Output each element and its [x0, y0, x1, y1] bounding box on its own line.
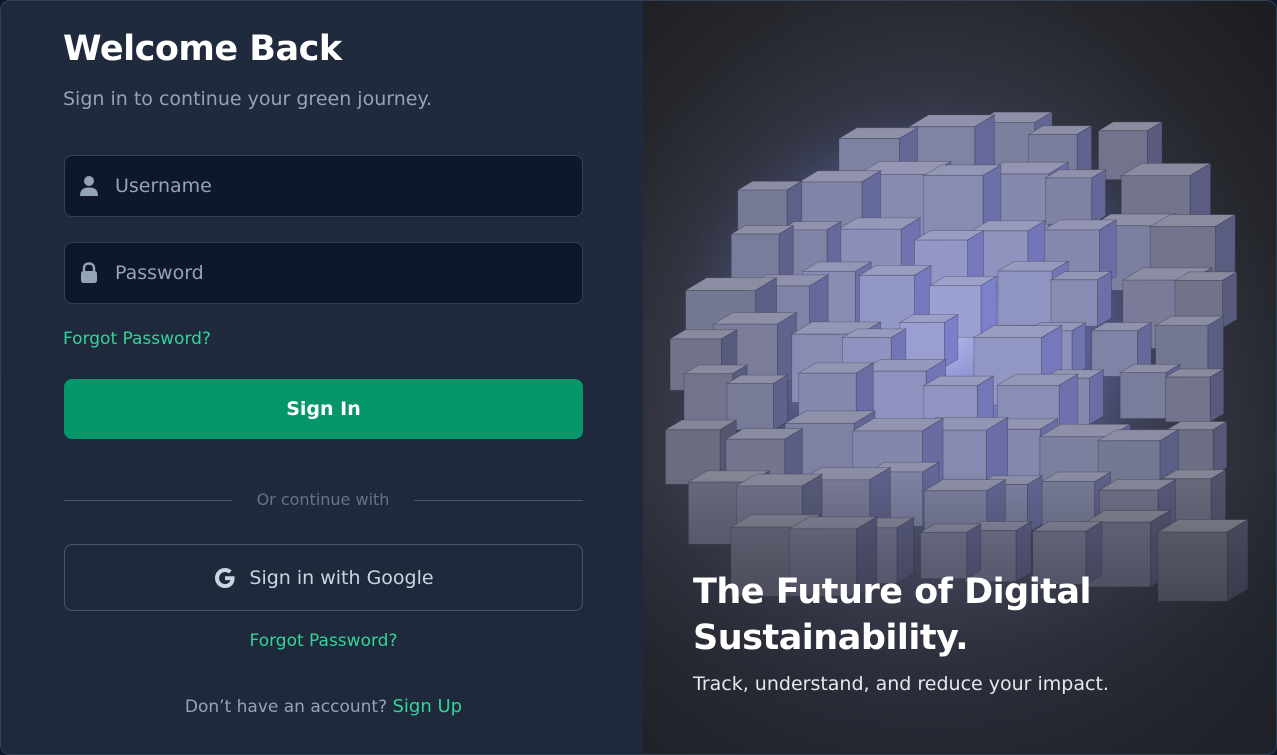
- hero-subtitle: Track, understand, and reduce your impac…: [693, 673, 1109, 695]
- no-account-text: Don’t have an account?: [184, 697, 388, 717]
- forgot-password-link-bottom[interactable]: Forgot Password?: [64, 631, 583, 651]
- sign-up-link[interactable]: Sign Up: [393, 696, 463, 717]
- lock-icon: [79, 262, 99, 284]
- password-input[interactable]: [115, 243, 575, 303]
- username-field[interactable]: [64, 155, 583, 217]
- forgot-password-link[interactable]: Forgot Password?: [63, 329, 211, 349]
- google-sign-in-button[interactable]: Sign in with Google: [64, 544, 583, 611]
- login-card: Welcome Back Sign in to continue your gr…: [0, 0, 1277, 755]
- signup-row: Don’t have an account? Sign Up: [64, 696, 583, 717]
- page-title: Welcome Back: [63, 29, 342, 69]
- login-panel: Welcome Back Sign in to continue your gr…: [1, 1, 643, 754]
- user-icon: [79, 175, 99, 197]
- username-input[interactable]: [115, 156, 575, 216]
- hero-panel: The Future of Digital Sustainability. Tr…: [643, 1, 1276, 754]
- password-field[interactable]: [64, 242, 583, 304]
- page-subtitle: Sign in to continue your green journey.: [63, 88, 433, 110]
- sign-in-button[interactable]: Sign In: [64, 379, 583, 439]
- google-button-label: Sign in with Google: [249, 566, 434, 589]
- google-icon: [215, 567, 235, 588]
- divider-text: Or continue with: [256, 490, 390, 509]
- divider-right: [414, 500, 583, 501]
- divider-left: [64, 500, 232, 501]
- hero-title: The Future of Digital Sustainability.: [693, 572, 1092, 658]
